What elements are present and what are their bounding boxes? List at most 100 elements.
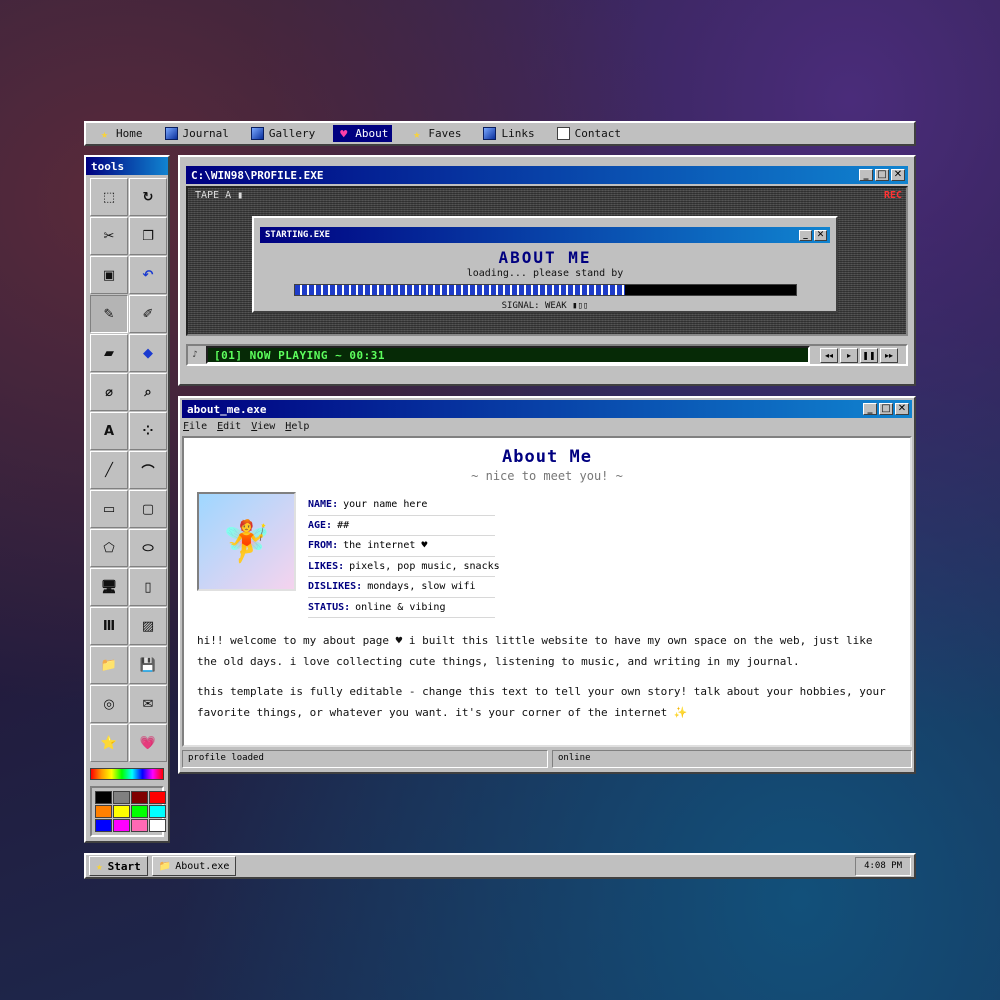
fact-row: FROM: the internet ♥	[308, 536, 495, 557]
computer-icon: 🖥	[100, 579, 118, 595]
minimize-button[interactable]: _	[863, 403, 877, 415]
eyedropper-icon: ⌀	[105, 384, 113, 400]
tool-button-ellipse[interactable]: ⬭	[129, 529, 167, 567]
color-swatch[interactable]	[131, 791, 148, 804]
tool-button-pencil[interactable]: ✎	[90, 295, 128, 333]
tool-button-rectangle[interactable]: ▭	[90, 490, 128, 528]
tool-button-text-tool[interactable]: A	[90, 412, 128, 450]
start-button[interactable]: ★ Start	[89, 856, 148, 876]
task-label: About.exe	[175, 860, 230, 872]
menu-help[interactable]: Help	[285, 421, 309, 432]
nav-item-home[interactable]: ★ Home	[94, 125, 147, 142]
fact-key: AGE:	[308, 519, 333, 531]
fact-row: AGE: ##	[308, 516, 495, 536]
tools-title: tools	[91, 159, 125, 173]
tool-button-undo[interactable]: ↶	[129, 256, 167, 294]
fact-value: your name here	[343, 499, 428, 511]
tool-button-paste[interactable]: ▣	[90, 256, 128, 294]
folder-icon: 📁	[100, 657, 118, 673]
pause-button[interactable]: ❚❚	[860, 347, 878, 363]
color-swatch[interactable]	[113, 819, 130, 832]
nav-item-contact[interactable]: Contact	[553, 125, 625, 142]
tool-button-columns[interactable]: Ⅲ	[90, 607, 128, 645]
fact-key: FROM:	[308, 540, 339, 552]
fact-key: STATUS:	[308, 601, 351, 613]
color-swatch[interactable]	[95, 819, 112, 832]
maximize-button[interactable]: □	[875, 169, 889, 181]
nav-item-links[interactable]: Links	[479, 125, 538, 142]
brush-icon: ✐	[142, 306, 154, 322]
tool-button-select-rect[interactable]: ⬚	[90, 178, 128, 216]
tool-button-spray[interactable]: ⁘	[129, 412, 167, 450]
tool-button-star[interactable]: ⭐	[90, 724, 128, 762]
minimize-button[interactable]: _	[859, 169, 873, 181]
nav-item-journal[interactable]: Journal	[161, 125, 233, 142]
color-swatch[interactable]	[131, 819, 148, 832]
color-swatch[interactable]	[95, 805, 112, 818]
color-swatch[interactable]	[149, 805, 166, 818]
fast-forward-button[interactable]: ▸▸	[880, 347, 898, 363]
about-content: About Me ~ nice to meet you! ~ 🧚 NAME: yo…	[182, 436, 912, 747]
rounded-rect-icon: ▢	[141, 501, 155, 517]
tool-button-line[interactable]: ╱	[90, 451, 128, 489]
menu-view[interactable]: View	[251, 421, 275, 432]
ellipse-icon: ⬭	[142, 540, 154, 556]
dialog-title: STARTING.EXE	[265, 230, 331, 240]
tool-button-disc[interactable]: ◎	[90, 685, 128, 723]
menu-edit[interactable]: Edit	[217, 421, 241, 432]
status-left: profile loaded	[182, 750, 548, 768]
tool-button-device[interactable]: ▯	[129, 568, 167, 606]
color-swatch[interactable]	[149, 819, 166, 832]
undo-icon: ↶	[142, 267, 154, 283]
color-swatch[interactable]	[113, 805, 130, 818]
nav-label: Gallery	[268, 127, 316, 140]
copy-icon: ❐	[142, 228, 154, 244]
tool-button-computer[interactable]: 🖥	[90, 568, 128, 606]
nav-item-gallery[interactable]: Gallery	[247, 125, 319, 142]
star-icon: ★	[100, 126, 109, 141]
tool-button-curve[interactable]: ⌒	[129, 451, 167, 489]
dialog-close-button[interactable]: ✕	[814, 229, 827, 241]
nav-item-about[interactable]: ♥ About	[333, 125, 393, 142]
tool-button-folder[interactable]: 📁	[90, 646, 128, 684]
avatar: 🧚	[197, 492, 296, 591]
tool-button-eraser[interactable]: ▰	[90, 334, 128, 372]
nav-item-faves[interactable]: ★ Faves	[406, 125, 465, 142]
tool-button-polygon[interactable]: ⬠	[90, 529, 128, 567]
color-swatch[interactable]	[113, 791, 130, 804]
taskbar-item-about[interactable]: 📁 About.exe	[151, 856, 237, 876]
menu-file[interactable]: File	[183, 421, 207, 432]
now-playing-display: [01] NOW PLAYING ~ 00:31	[206, 346, 810, 364]
maximize-button[interactable]: □	[879, 403, 893, 415]
tool-button-magnifier[interactable]: ⌕	[129, 373, 167, 411]
tool-button-save[interactable]: 💾	[129, 646, 167, 684]
about-window-titlebar[interactable]: about_me.exe _ □ ✕	[182, 400, 912, 418]
text-tool-icon: A	[103, 423, 115, 439]
tool-button-fill-bucket[interactable]: ◆	[129, 334, 167, 372]
rewind-button[interactable]: ◂◂	[820, 347, 838, 363]
fact-value: online & vibing	[355, 601, 446, 613]
tool-button-image[interactable]: ▨	[129, 607, 167, 645]
profile-window-titlebar[interactable]: C:\WIN98\PROFILE.EXE _ □ ✕	[186, 166, 908, 184]
tool-button-copy[interactable]: ❐	[129, 217, 167, 255]
tool-button-eyedropper[interactable]: ⌀	[90, 373, 128, 411]
color-swatch[interactable]	[131, 805, 148, 818]
color-swatch[interactable]	[149, 791, 166, 804]
scissors-icon: ✂	[103, 228, 115, 244]
color-swatch[interactable]	[95, 791, 112, 804]
tool-button-lasso[interactable]: ↻	[129, 178, 167, 216]
close-button[interactable]: ✕	[895, 403, 909, 415]
dialog-titlebar[interactable]: STARTING.EXE _ ✕	[260, 227, 830, 243]
tool-button-rounded-rect[interactable]: ▢	[129, 490, 167, 528]
tool-button-mail[interactable]: ✉	[129, 685, 167, 723]
tool-button-brush[interactable]: ✐	[129, 295, 167, 333]
dialog-heading: ABOUT ME	[498, 248, 592, 267]
color-spectrum[interactable]	[90, 768, 164, 780]
tool-button-scissors[interactable]: ✂	[90, 217, 128, 255]
close-button[interactable]: ✕	[891, 169, 905, 181]
tools-titlebar[interactable]: tools	[86, 157, 168, 175]
play-button[interactable]: ▸	[840, 347, 858, 363]
dialog-minimize-button[interactable]: _	[799, 229, 812, 241]
tool-button-heart[interactable]: 💗	[129, 724, 167, 762]
line-icon: ╱	[105, 462, 113, 478]
